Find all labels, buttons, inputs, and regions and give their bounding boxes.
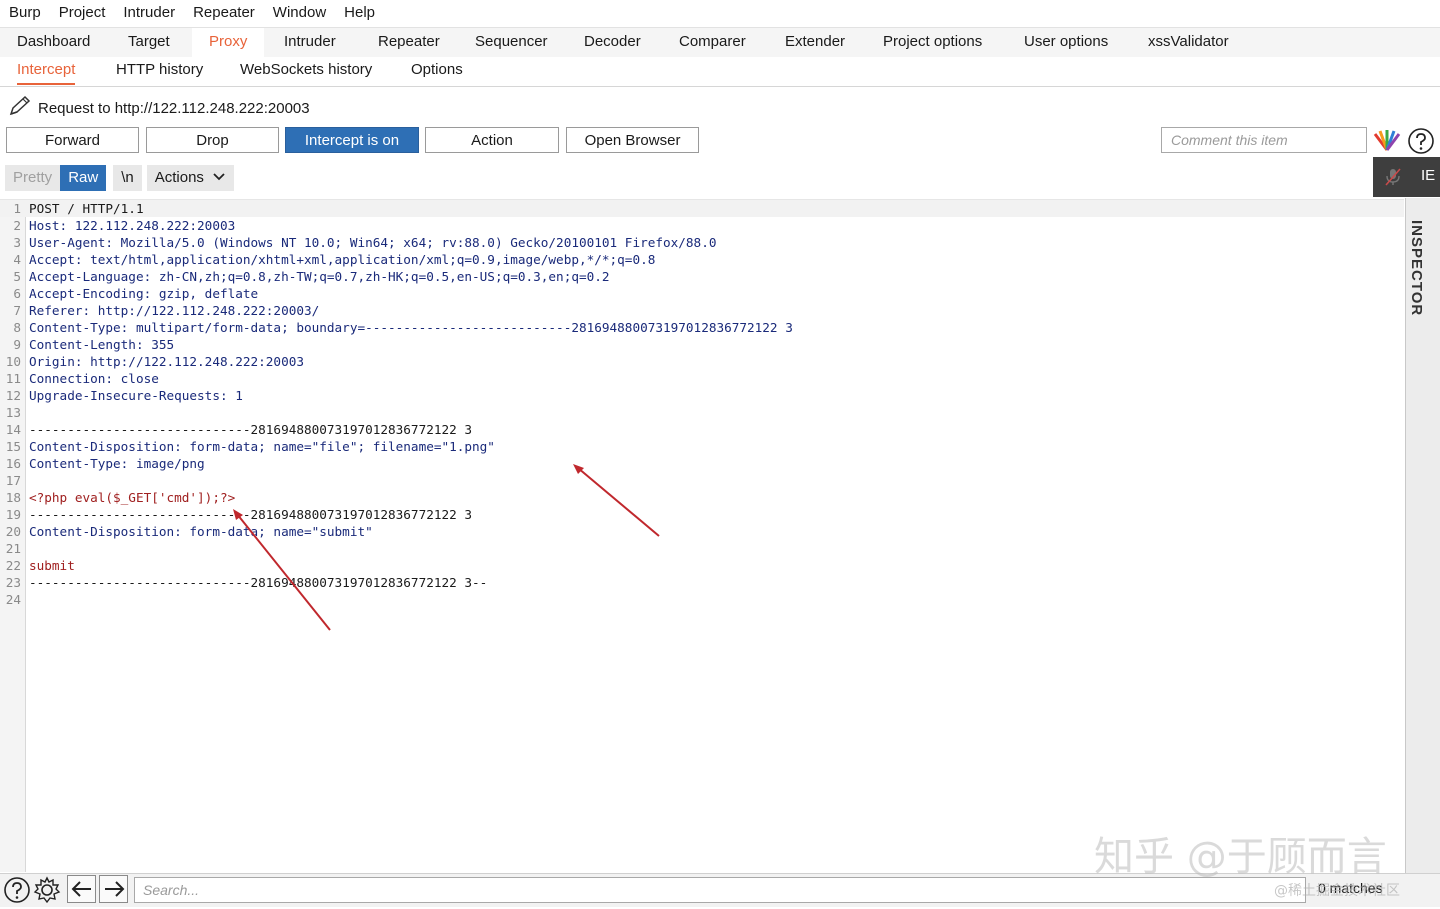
arrow-right-icon	[103, 880, 125, 903]
watermark-small: @稀土掘金技术社区	[1274, 883, 1400, 899]
help-icon[interactable]	[3, 876, 31, 909]
previous-match-button[interactable]	[67, 875, 96, 903]
watermark: 知乎 @于顾而言	[1094, 834, 1387, 880]
arrow-left-icon	[71, 880, 93, 903]
annotation-arrows	[233, 464, 660, 631]
next-match-button[interactable]	[99, 875, 128, 903]
inspector-label[interactable]: INSPECTOR	[1408, 220, 1438, 330]
gear-icon[interactable]	[33, 876, 61, 909]
